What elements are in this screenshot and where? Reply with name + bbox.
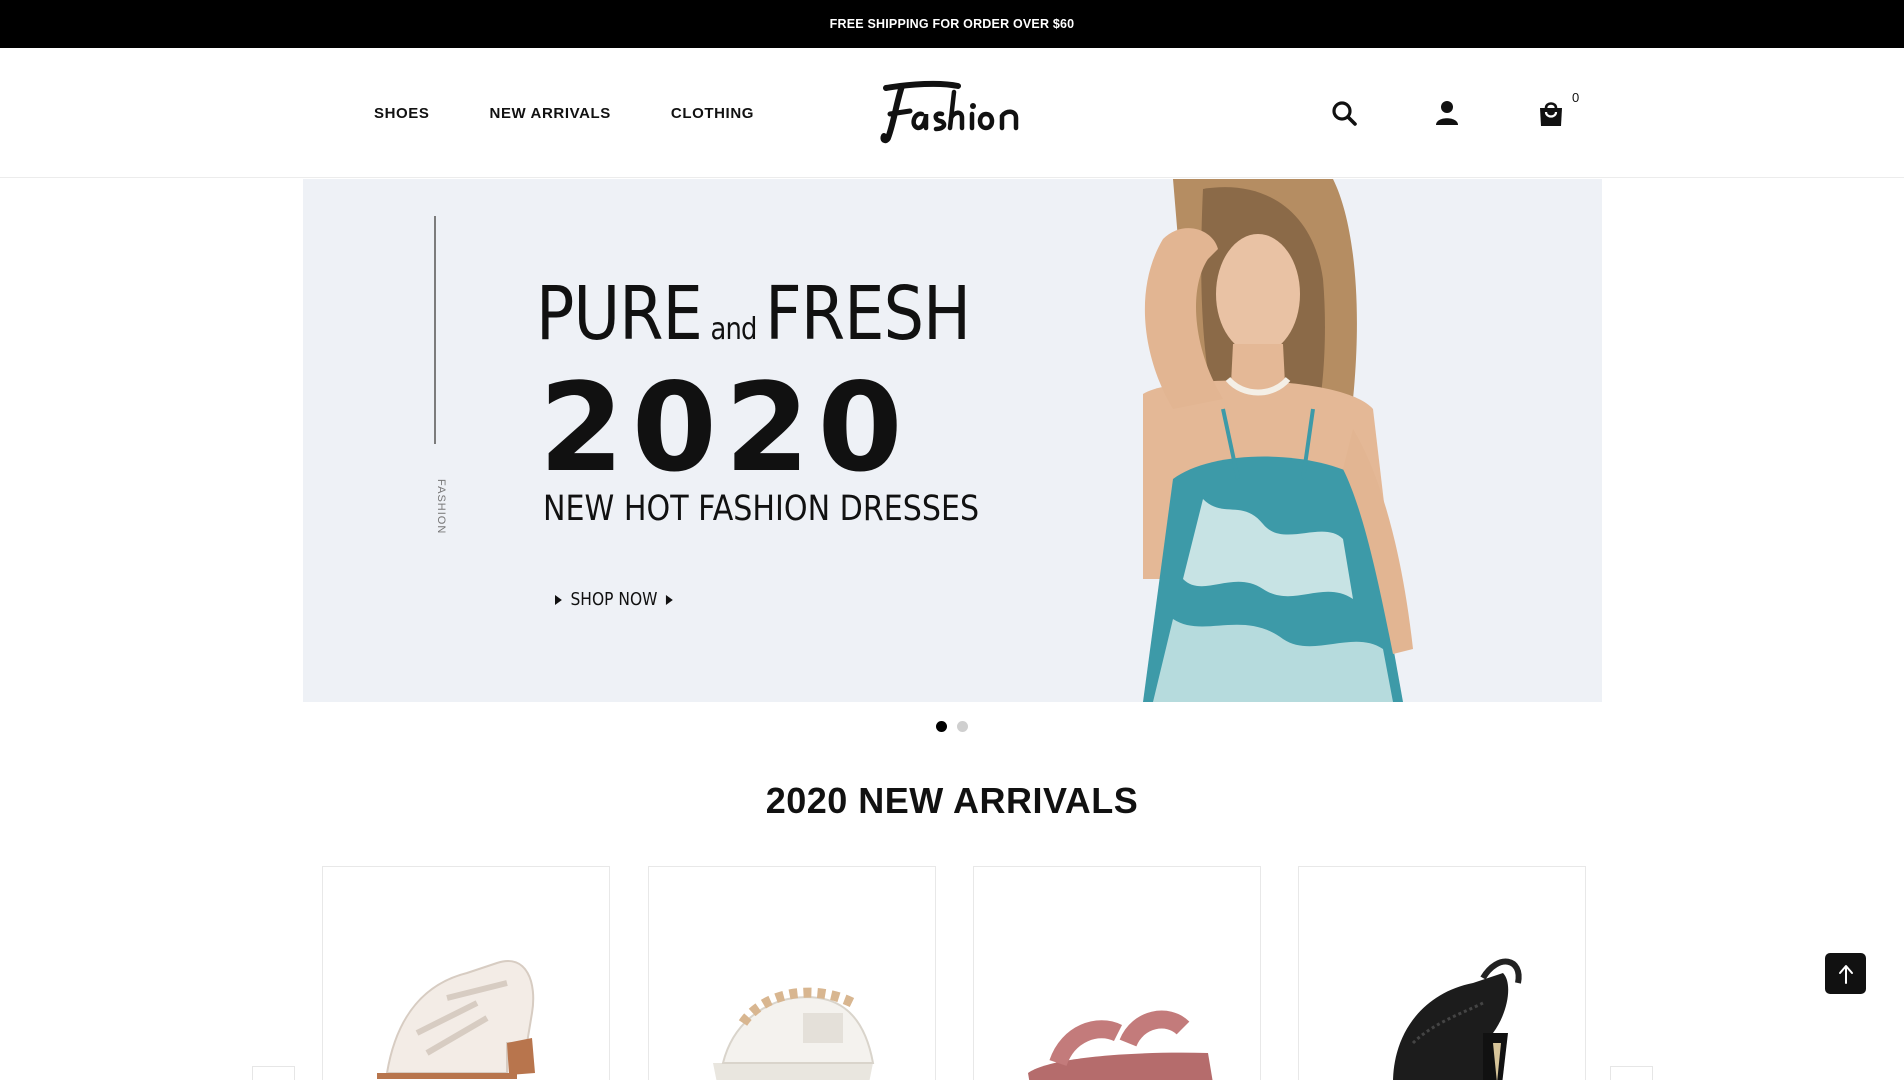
slider-dot-1[interactable] — [936, 721, 947, 732]
hero-headline-and: and — [710, 312, 758, 347]
carousel-prev-button[interactable] — [252, 1066, 295, 1080]
account-button[interactable] — [1432, 98, 1462, 128]
announcement-text: FREE SHIPPING FOR ORDER OVER $60 — [829, 17, 1075, 31]
slider-dot-2[interactable] — [957, 721, 968, 732]
carousel-next-button[interactable] — [1610, 1066, 1653, 1080]
hero-subheadline: NEW HOT FASHION DRESSES — [543, 489, 980, 529]
hero-slider-dots — [936, 721, 968, 732]
main-nav: SHOES NEW ARRIVALS CLOTHING — [374, 48, 754, 178]
search-icon — [1332, 101, 1357, 126]
back-to-top-button[interactable] — [1825, 953, 1866, 994]
nav-item-new-arrivals[interactable]: NEW ARRIVALS — [490, 105, 611, 122]
announcement-bar: FREE SHIPPING FOR ORDER OVER $60 — [0, 0, 1904, 48]
hero-headline-fresh: FRESH — [765, 271, 971, 357]
search-button[interactable] — [1329, 98, 1359, 128]
hero-model-image — [1143, 179, 1413, 702]
shopping-bag-icon — [1540, 102, 1562, 126]
product-image — [1393, 958, 1522, 1080]
arrow-up-icon — [1838, 964, 1853, 984]
product-card[interactable] — [648, 866, 936, 1080]
product-image — [713, 987, 875, 1080]
shop-now-button[interactable]: SHOP NOW — [555, 589, 673, 610]
product-card[interactable] — [322, 866, 610, 1080]
hero-headline-pure: PURE — [536, 271, 703, 357]
shop-now-label: SHOP NOW — [570, 589, 658, 610]
cart-count-badge: 0 — [1572, 90, 1580, 105]
fashion-logo-graphic — [880, 80, 1019, 144]
site-logo[interactable]: Fashion — [880, 80, 1026, 144]
nav-item-clothing[interactable]: CLOTHING — [671, 105, 754, 122]
section-title-new-arrivals: 2020 NEW ARRIVALS — [765, 780, 1139, 821]
site-header: SHOES NEW ARRIVALS CLOTHING Fashion — [0, 48, 1904, 178]
user-icon — [1436, 101, 1458, 125]
product-image — [1028, 1010, 1213, 1080]
cart-button[interactable] — [1536, 98, 1566, 128]
nav-item-shoes[interactable]: SHOES — [374, 105, 430, 122]
hero-vertical-text: FASHION — [435, 479, 447, 535]
logo-text: Fashion — [1026, 80, 1027, 81]
product-image — [377, 960, 535, 1079]
hero-divider-line — [434, 216, 436, 444]
hero-banner[interactable]: FASHION PURE and FRESH 2020 NEW HOT FASHIO… — [303, 179, 1602, 702]
play-arrow-icon — [666, 594, 673, 605]
hero-year: 2020 — [539, 357, 911, 499]
play-arrow-icon — [555, 594, 562, 605]
product-card[interactable] — [973, 866, 1261, 1080]
product-card[interactable] — [1298, 866, 1586, 1080]
hero-headline: PURE and FRESH — [536, 271, 971, 357]
